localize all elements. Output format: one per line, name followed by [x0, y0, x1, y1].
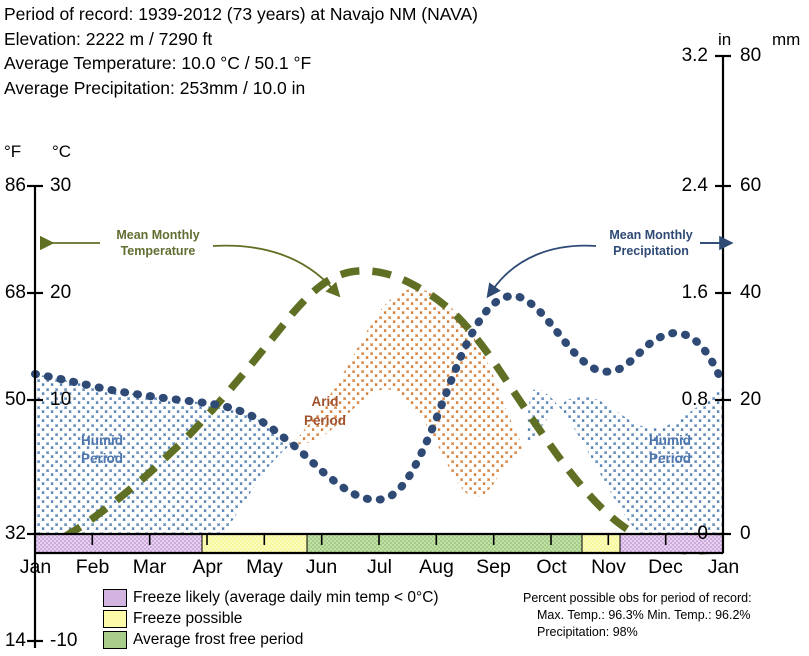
legend-swatch-frost-free — [103, 631, 127, 649]
tick-label-f-14: 14 — [4, 630, 26, 651]
month-label-feb: Feb — [75, 556, 110, 578]
month-label-dec: Dec — [648, 556, 683, 578]
arid-period-label-line1: Arid — [311, 394, 339, 409]
precip-annotation-curve-arrow — [486, 244, 597, 299]
month-label-jan-end: Jan — [707, 556, 740, 578]
tick-label-in-2-4: 2.4 — [681, 175, 708, 196]
stats-block: Percent possible obs for period of recor… — [523, 590, 752, 641]
month-label-oct: Oct — [536, 556, 567, 578]
tick-label-mm-60: 60 — [740, 175, 762, 196]
month-label-apr: Apr — [192, 556, 223, 578]
tick-label-in-0-8: 0.8 — [681, 389, 708, 410]
frost-segment-frost-free — [306, 533, 583, 554]
arid-period-label-line2: Period — [303, 413, 346, 428]
temp-annotation-curve-arrow — [212, 244, 341, 298]
humid-period-label-right-line1: Humid — [649, 433, 691, 448]
temp-annotation-label-line2: Temperature — [120, 244, 196, 258]
humid-period-label-left-line2: Period — [80, 451, 123, 466]
month-label-jan: Jan — [19, 556, 52, 578]
tick-label-f-68: 68 — [4, 282, 26, 303]
legend-swatch-freeze-likely — [103, 589, 127, 607]
legend-label-frost-free: Average frost free period — [133, 631, 304, 648]
tick-label-f-86: 86 — [4, 175, 26, 196]
frost-segment-freeze-likely-winter — [34, 533, 203, 554]
tick-label-c-10: 10 — [50, 389, 72, 410]
month-label-aug: Aug — [419, 556, 454, 578]
month-label-mar: Mar — [132, 556, 167, 578]
precip-annotation-label-line1: Mean Monthly — [609, 228, 693, 242]
month-label-jul: Jul — [367, 556, 392, 578]
humid-period-label-left-line1: Humid — [81, 433, 123, 448]
month-label-may: May — [246, 556, 283, 578]
month-label-jun: Jun — [305, 556, 338, 578]
stats-precipitation: Precipitation: 98% — [537, 625, 638, 639]
tick-label-in-1-6: 1.6 — [681, 282, 708, 303]
tick-label-mm-80: 80 — [740, 45, 762, 66]
month-label-nov: Nov — [591, 556, 626, 578]
tick-label-mm-0: 0 — [740, 523, 751, 544]
tick-label-c-20: 20 — [50, 282, 72, 303]
legend-item-frost-free: Average frost free period — [103, 630, 439, 650]
legend-item-freeze-likely: Freeze likely (average daily min temp < … — [103, 588, 439, 608]
tick-label-mm-20: 20 — [740, 389, 762, 410]
tick-label-in-0: 0 — [697, 523, 708, 544]
stats-temperature: Max. Temp.: 96.3% Min. Temp.: 96.2% — [537, 608, 751, 622]
temp-annotation-label-line1: Mean Monthly — [116, 228, 200, 242]
stats-title: Percent possible obs for period of recor… — [523, 591, 752, 605]
tick-label-f-32: 32 — [4, 523, 26, 544]
legend-label-freeze-possible: Freeze possible — [133, 610, 243, 627]
legend: Freeze likely (average daily min temp < … — [103, 588, 439, 651]
tick-label-in-3-2: 3.2 — [681, 45, 708, 66]
legend-swatch-freeze-possible — [103, 610, 127, 628]
precip-annotation-label-line2: Precipitation — [613, 244, 689, 258]
frost-segment-freeze-possible-spring — [201, 533, 308, 554]
tick-label-f-50: 50 — [4, 389, 26, 410]
legend-label-freeze-likely: Freeze likely (average daily min temp < … — [133, 589, 439, 606]
tick-label-c-neg10: -10 — [50, 630, 78, 651]
humid-period-label-right-line2: Period — [648, 451, 691, 466]
frost-segment-freeze-possible-fall — [581, 533, 621, 554]
climate-diagram: 86 68 50 32 14 30 20 10 -10 3.2 2.4 1.6 … — [0, 0, 809, 656]
tick-label-c-30: 30 — [50, 175, 72, 196]
month-label-sep: Sep — [476, 556, 511, 578]
legend-item-freeze-possible: Freeze possible — [103, 609, 439, 629]
tick-label-mm-40: 40 — [740, 282, 762, 303]
